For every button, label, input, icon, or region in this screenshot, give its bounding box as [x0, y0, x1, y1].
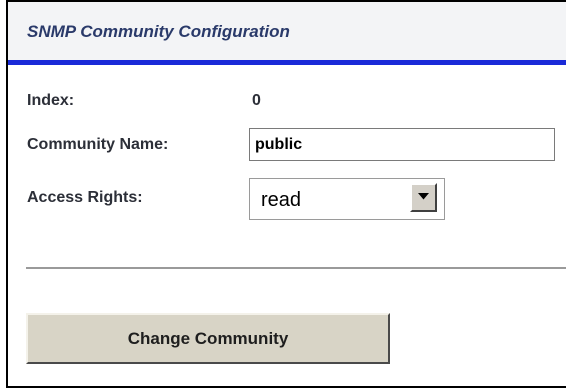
config-panel: SNMP Community Configuration Index: 0 Co… — [0, 0, 566, 388]
page-title: SNMP Community Configuration — [27, 22, 290, 41]
access-rights-select[interactable]: read — [249, 178, 445, 220]
access-rights-label: Access Rights: — [27, 189, 143, 206]
index-value: 0 — [252, 92, 261, 109]
index-label: Index: — [27, 92, 75, 109]
dropdown-button[interactable] — [410, 183, 437, 212]
access-rights-selected-value: read — [261, 189, 302, 211]
community-name-input[interactable] — [249, 128, 555, 161]
community-name-label: Community Name: — [27, 136, 169, 153]
header-rule — [8, 60, 566, 65]
change-community-button[interactable]: Change Community — [26, 313, 390, 364]
chevron-down-icon — [418, 193, 429, 200]
section-divider — [26, 267, 566, 269]
